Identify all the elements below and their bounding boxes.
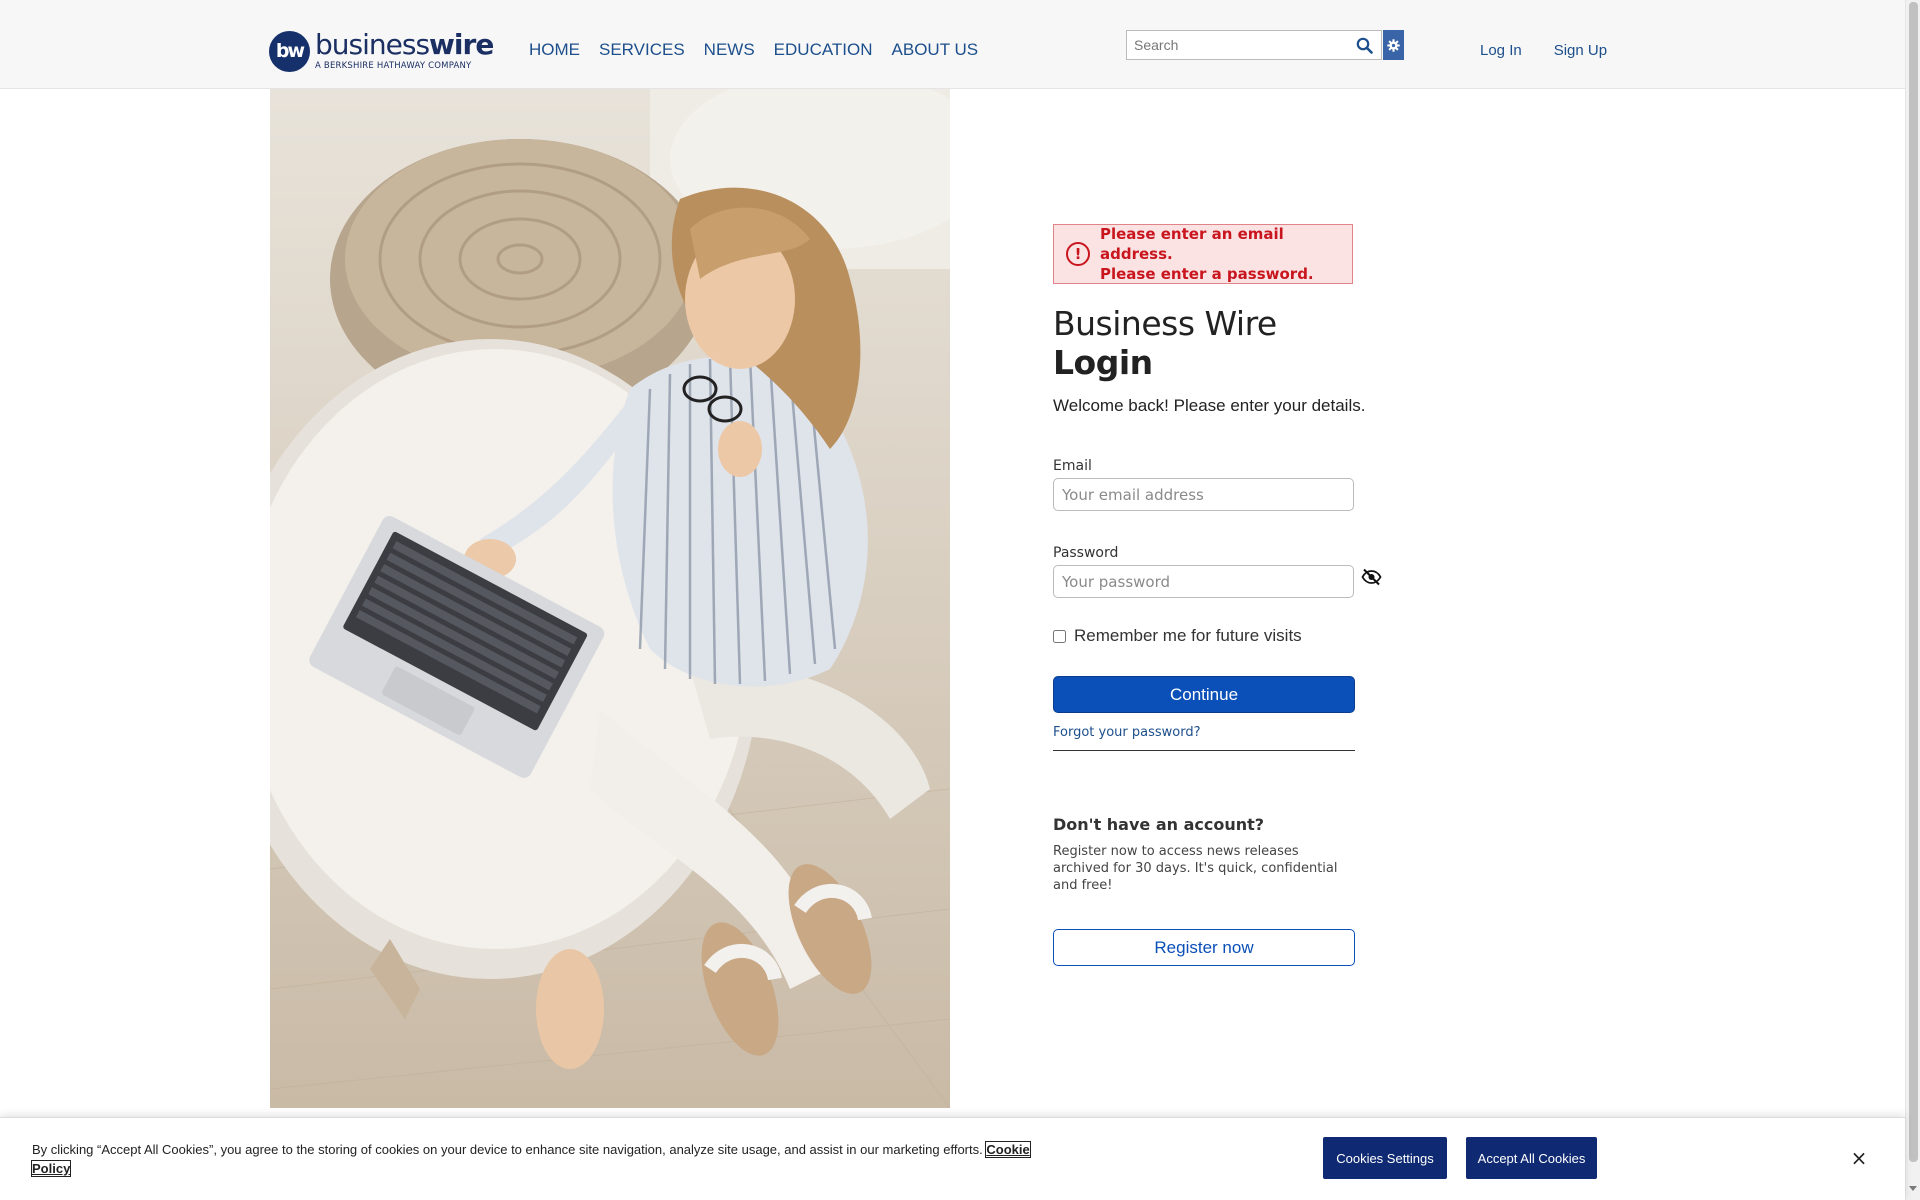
logo-wordmark: businesswire A BERKSHIRE HATHAWAY COMPAN…	[315, 28, 494, 72]
scrollbar-thumb[interactable]	[1909, 2, 1918, 1162]
login-link[interactable]: Log In	[1480, 42, 1522, 59]
email-label: Email	[1053, 458, 1092, 474]
register-description: Register now to access news releases arc…	[1053, 844, 1338, 893]
cookie-consent-text: By clicking “Accept All Cookies”, you ag…	[32, 1142, 983, 1157]
woman-with-laptop-illustration	[270, 89, 950, 1108]
error-messages: Please enter an email address. Please en…	[1100, 224, 1352, 284]
auth-links: Log In Sign Up	[1480, 42, 1607, 59]
error-password-required: Please enter a password.	[1100, 265, 1314, 283]
cookie-banner: By clicking “Accept All Cookies”, you ag…	[0, 1117, 1905, 1200]
search-input[interactable]	[1127, 31, 1349, 59]
hero-photo	[270, 89, 950, 1108]
email-field[interactable]	[1053, 478, 1354, 511]
remember-me[interactable]: Remember me for future visits	[1053, 626, 1383, 646]
logo-word-light: business	[315, 28, 430, 61]
toggle-password-visibility-button[interactable]	[1360, 567, 1382, 587]
error-email-required: Please enter an email address.	[1100, 225, 1284, 263]
title-brand: Business Wire	[1053, 304, 1277, 343]
signup-link[interactable]: Sign Up	[1554, 42, 1607, 59]
cookie-text: By clicking “Accept All Cookies”, you ag…	[31, 1140, 1042, 1178]
page-scrollbar[interactable]	[1905, 0, 1920, 1200]
remember-me-checkbox[interactable]	[1053, 629, 1066, 643]
main-nav: HOME SERVICES NEWS EDUCATION ABOUT US	[529, 40, 978, 60]
nav-services[interactable]: SERVICES	[599, 40, 685, 60]
divider	[1053, 750, 1355, 751]
nav-education[interactable]: EDUCATION	[774, 40, 873, 60]
businesswire-logo[interactable]: bw businesswire A BERKSHIRE HATHAWAY COM…	[269, 28, 494, 72]
eye-slash-icon	[1360, 568, 1382, 586]
page-title: Business Wire Login	[1053, 304, 1383, 382]
logo-word: businesswire	[315, 28, 494, 61]
remember-me-label: Remember me for future visits	[1074, 626, 1302, 645]
register-now-button[interactable]: Register now	[1053, 929, 1355, 966]
exclamation-circle-icon: !	[1066, 242, 1090, 266]
no-account-heading: Don't have an account?	[1053, 815, 1265, 834]
search-icon	[1356, 37, 1373, 54]
password-field[interactable]	[1053, 565, 1354, 598]
logo-word-bold: wire	[429, 28, 494, 61]
search-button[interactable]	[1349, 31, 1379, 59]
gear-icon	[1387, 38, 1400, 52]
continue-button[interactable]: Continue	[1053, 676, 1355, 713]
scroll-down-arrow-icon[interactable]	[1909, 1186, 1917, 1191]
close-icon[interactable]: ×	[1849, 1148, 1869, 1168]
password-label: Password	[1053, 545, 1119, 561]
search-settings-button[interactable]	[1383, 30, 1404, 60]
site-header: bw businesswire A BERKSHIRE HATHAWAY COM…	[0, 0, 1905, 89]
login-panel: ! Please enter an email address. Please …	[1053, 224, 1383, 966]
cookies-settings-button[interactable]: Cookies Settings	[1323, 1137, 1447, 1179]
title-login: Login	[1053, 343, 1153, 382]
password-row	[1053, 561, 1383, 598]
error-alert: ! Please enter an email address. Please …	[1053, 224, 1353, 284]
logo-tagline: A BERKSHIRE HATHAWAY COMPANY	[315, 61, 472, 71]
nav-home[interactable]: HOME	[529, 40, 580, 60]
forgot-password-link[interactable]: Forgot your password?	[1053, 725, 1201, 740]
welcome-text: Welcome back! Please enter your details.	[1053, 396, 1366, 415]
nav-about-us[interactable]: ABOUT US	[892, 40, 979, 60]
logo-mark-icon: bw	[269, 30, 310, 72]
accept-all-cookies-button[interactable]: Accept All Cookies	[1466, 1137, 1597, 1179]
nav-news[interactable]: NEWS	[704, 40, 755, 60]
search-box	[1126, 30, 1382, 60]
